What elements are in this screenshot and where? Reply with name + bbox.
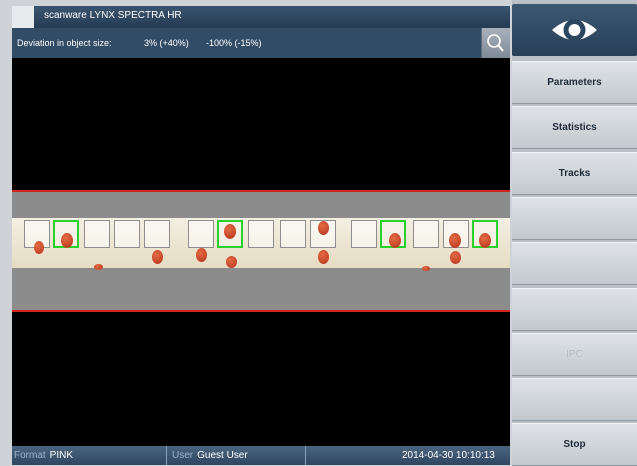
inspection-cell [114, 220, 140, 248]
inspection-cell [413, 220, 439, 248]
menu-button-ipc[interactable]: IPC [512, 333, 637, 376]
inspection-cell [280, 220, 306, 248]
format-value: PINK [49, 450, 74, 461]
product-object [196, 248, 207, 262]
status-user: User Guest User [172, 446, 248, 465]
product-object [449, 233, 461, 248]
inspection-cell [248, 220, 274, 248]
menu-button-empty-4[interactable] [512, 242, 637, 285]
product-object [34, 241, 44, 254]
status-divider [166, 446, 167, 465]
product-object [152, 250, 163, 264]
user-value: Guest User [197, 450, 248, 461]
app-window: scanware LYNX SPECTRA HR Deviation in ob… [0, 0, 637, 466]
deviation-value-total: -100% (-15%) [206, 38, 262, 48]
product-object [389, 233, 401, 248]
menu-button-empty-7[interactable] [512, 378, 637, 421]
view-button[interactable] [512, 4, 637, 56]
status-bar: Format PINK User Guest User 2014-04-30 10:… [12, 446, 510, 465]
menu-button-empty-5[interactable] [512, 288, 637, 331]
status-datetime: 2014-04-30 10:10:13 [402, 450, 495, 461]
menu-button-tracks[interactable]: Tracks [512, 152, 637, 195]
inspection-cell [188, 220, 214, 248]
product-object [226, 256, 237, 268]
detected-objects-layer [12, 58, 510, 446]
menu-button-empty-3[interactable] [512, 197, 637, 240]
inspection-cell [84, 220, 110, 248]
product-object [94, 264, 103, 270]
menu-button-statistics[interactable]: Statistics [512, 106, 637, 149]
title-bar: scanware LYNX SPECTRA HR [12, 6, 510, 28]
inspection-cell [351, 220, 377, 248]
product-object [61, 233, 73, 248]
window-icon [12, 6, 34, 28]
search-icon [487, 34, 504, 52]
menu-button-parameters[interactable]: Parameters [512, 61, 637, 104]
status-divider [305, 446, 306, 465]
status-format: Format PINK [14, 446, 73, 465]
deviation-value-size: 3% (+40%) [144, 38, 189, 48]
menu-button-stop[interactable]: Stop [512, 423, 637, 466]
product-object [450, 251, 461, 264]
camera-view [12, 58, 510, 446]
deviation-label: Deviation in object size: [17, 38, 112, 48]
side-menu: Parameters Statistics Tracks IPC Stop [512, 0, 637, 466]
product-object [479, 233, 491, 248]
product-object [318, 221, 329, 235]
format-label: Format [14, 450, 46, 461]
info-bar: Deviation in object size: 3% (+40%) -100… [12, 28, 510, 58]
app-title: scanware LYNX SPECTRA HR [44, 10, 182, 21]
product-object [224, 224, 236, 239]
eye-icon [552, 19, 597, 41]
user-label: User [172, 450, 194, 461]
product-object [422, 266, 430, 271]
inspection-cell [144, 220, 170, 248]
search-button[interactable] [481, 28, 510, 58]
product-object [318, 250, 329, 264]
